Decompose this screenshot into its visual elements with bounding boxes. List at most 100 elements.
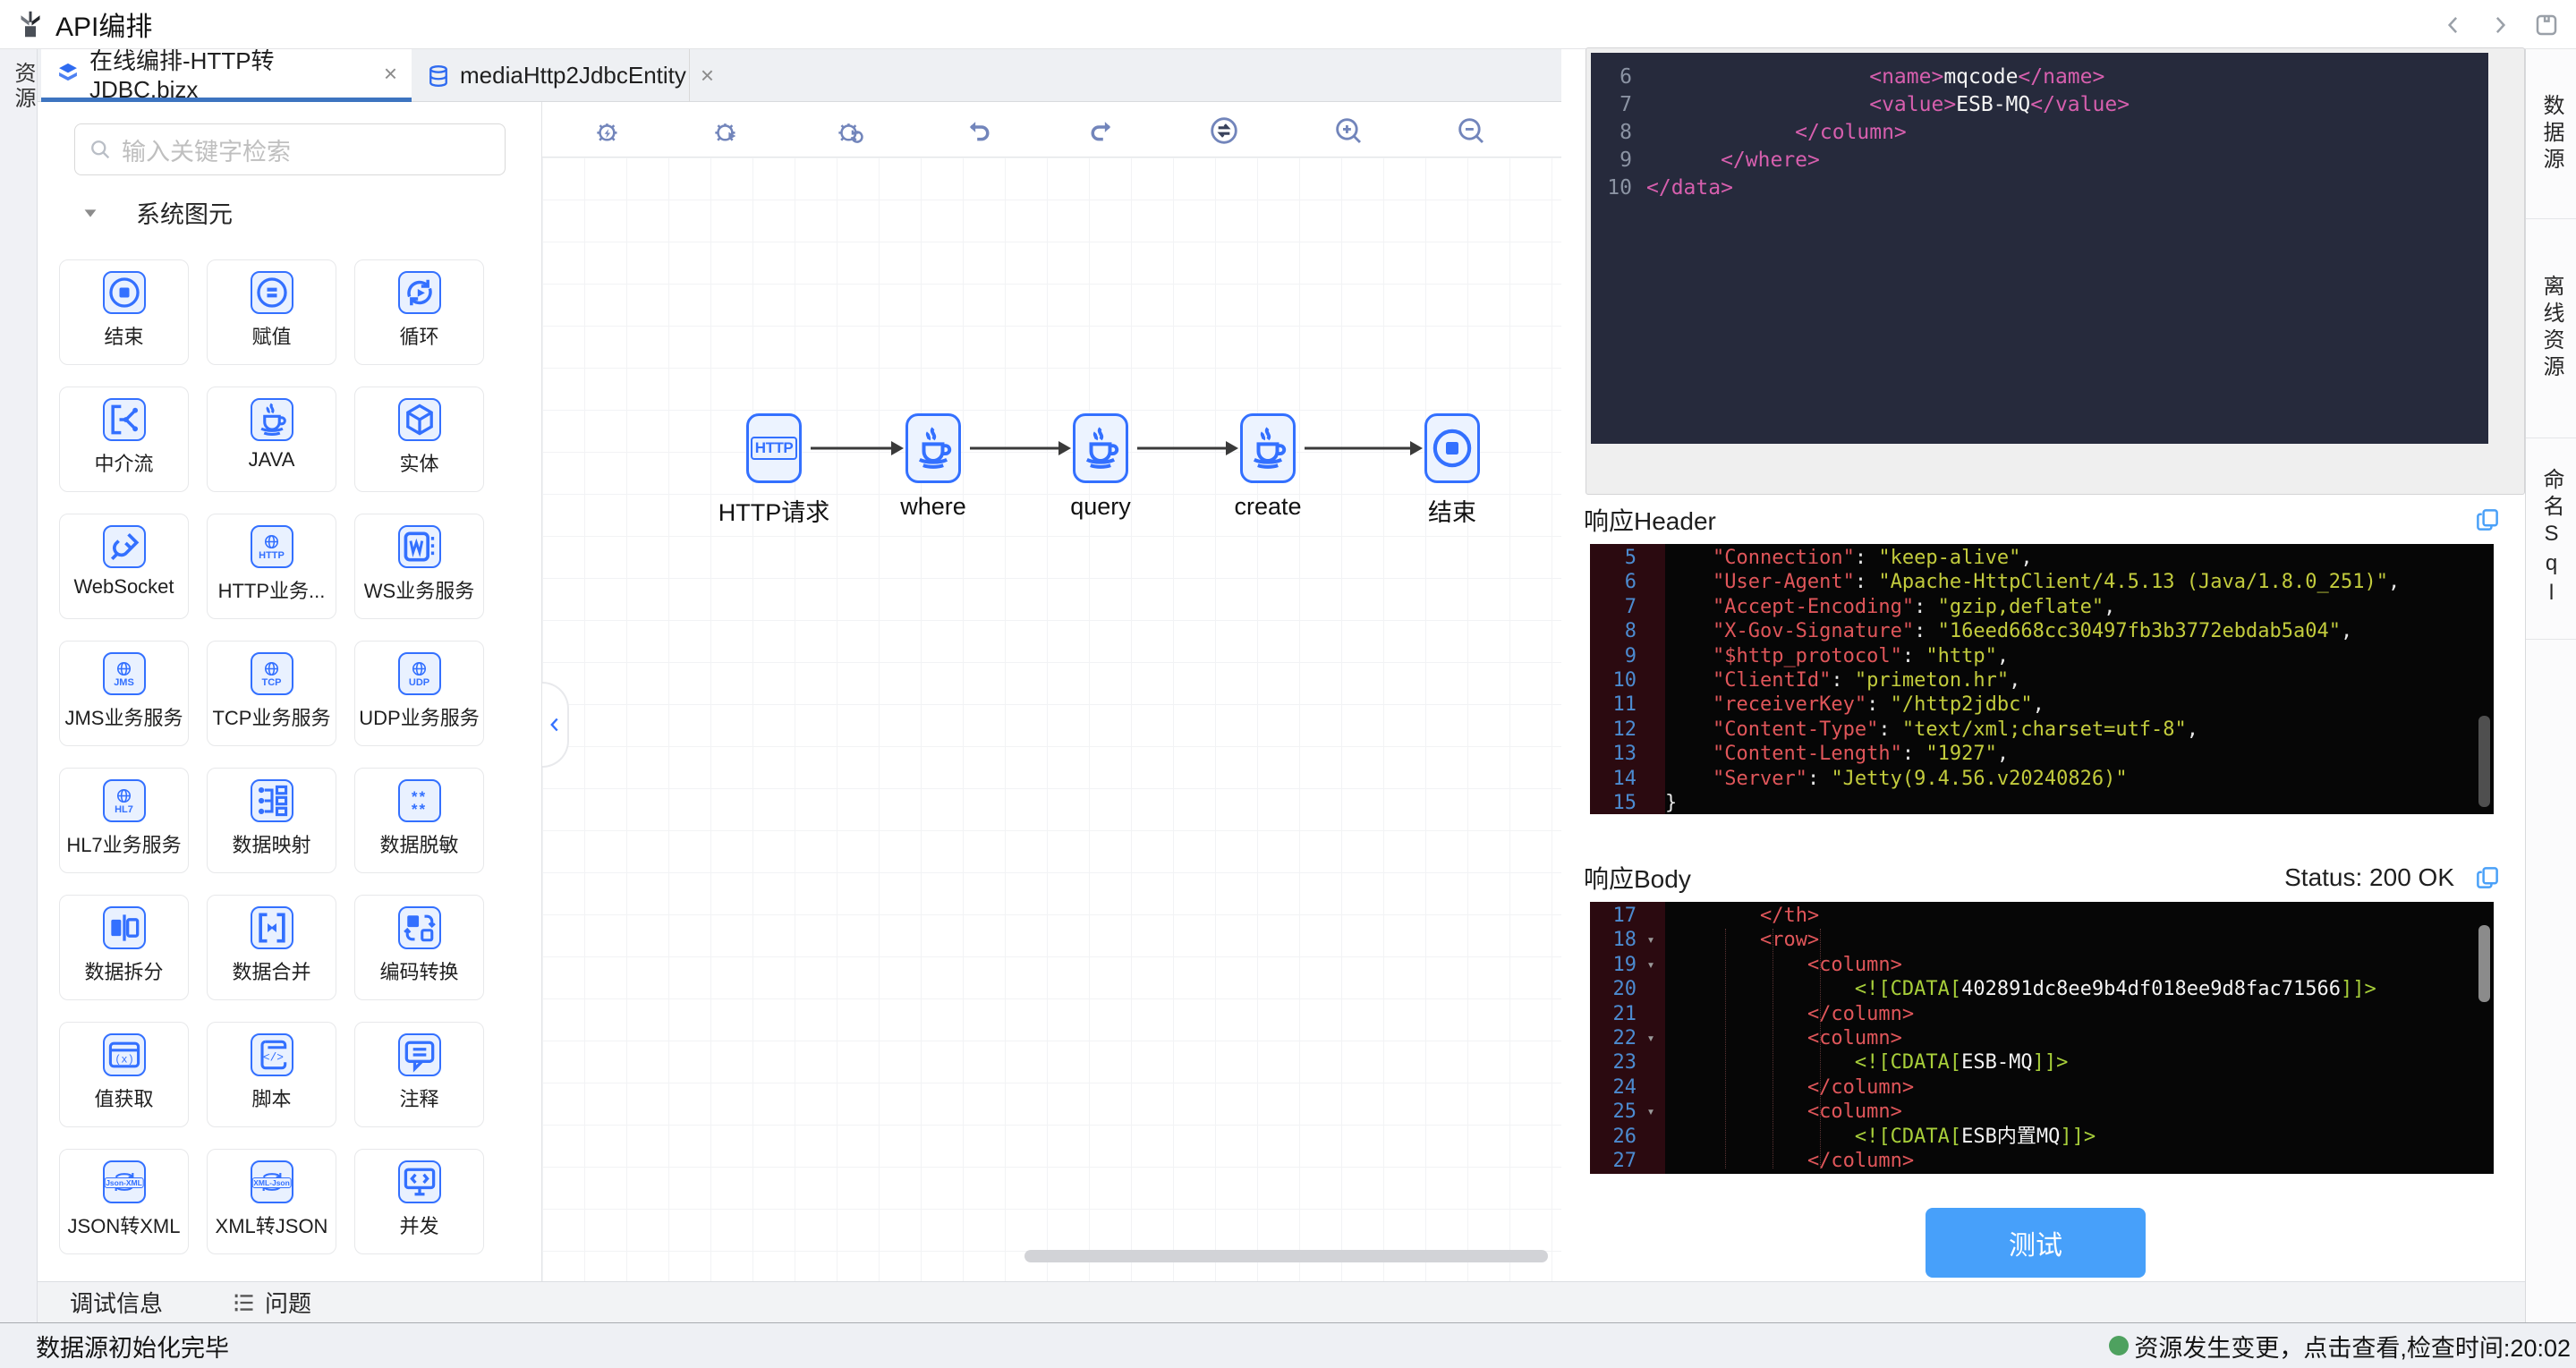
close-icon[interactable]: × — [384, 60, 397, 88]
palette-tile[interactable]: 循环 — [354, 259, 484, 365]
scrollbar-thumb[interactable] — [2478, 925, 2490, 1002]
header-action-icon[interactable] — [2487, 12, 2513, 38]
undo-icon[interactable] — [961, 114, 995, 148]
palette-tile[interactable]: 注释 — [354, 1022, 484, 1127]
response-body-code[interactable]: 17 </th> 18 ▾ <row> 19 ▾ <column> 20 <![CDATA[402… — [1590, 902, 2494, 1174]
header-action-icon[interactable] — [2533, 12, 2560, 38]
palette-tile[interactable]: 数据拆分 — [59, 895, 189, 1000]
tab-label: 在线编排-HTTP转JDBC.bizx — [89, 47, 275, 103]
canvas-horizontal-scrollbar[interactable] — [1024, 1250, 1548, 1262]
app-title: API编排 — [55, 13, 153, 42]
response-body-title: 响应Body — [1584, 865, 1691, 893]
palette-tile[interactable]: ** ** 数据脱敏 — [354, 768, 484, 873]
response-xml-container: 6 <name>mqcode</name> 7 <value>ESB-MQ</valu… — [1586, 47, 2525, 495]
tab-debug-info[interactable]: 调试信息 — [70, 1286, 163, 1319]
code-line: 23 <![CDATA[ESB-MQ]]> — [1612, 1051, 2069, 1075]
palette-tile[interactable]: WS业务服务 — [354, 514, 484, 619]
copy-icon[interactable] — [2474, 864, 2501, 891]
resource-rail-label[interactable]: 资源 — [7, 62, 38, 112]
code-line: 6 "User-Agent": "Apache-HttpClient/4.5.13… — [1624, 571, 2401, 594]
palette-tile[interactable]: 结束 — [59, 259, 189, 365]
search-input[interactable]: 输入关键字检索 — [74, 123, 506, 175]
status-bar: 数据源初始化完毕 资源发生变更，点击查看,检查时间:20:02 — [0, 1322, 2576, 1368]
palette-tile-label: 循环 — [399, 326, 439, 348]
code-line: 19 ▾ <column> — [1612, 953, 1902, 976]
tab-issues[interactable]: 问题 — [231, 1286, 311, 1319]
debug-start-icon[interactable] — [710, 114, 744, 148]
switch-icon[interactable] — [1207, 114, 1241, 148]
palette-tile[interactable]: WebSocket — [59, 514, 189, 619]
flow-node-label: create — [1234, 493, 1302, 520]
debug-bar: 调试信息 问题 — [38, 1281, 2525, 1322]
close-icon[interactable]: × — [701, 62, 714, 89]
flow-node-3[interactable] — [1240, 413, 1296, 483]
copy-icon[interactable] — [2474, 506, 2501, 533]
debug-run-icon[interactable] — [591, 114, 625, 148]
palette-tile[interactable]: 赋值 — [207, 259, 336, 365]
palette-tile[interactable]: HL7 HL7业务服务 — [59, 768, 189, 873]
palette-tile-label: WebSocket — [73, 575, 174, 598]
canvas-grid[interactable] — [542, 157, 1561, 1281]
palette-tile[interactable]: UDP UDP业务服务 — [354, 641, 484, 746]
code-line: 21 </column> — [1612, 1002, 1915, 1025]
zoom-in-icon[interactable] — [1331, 114, 1365, 148]
palette-tile[interactable]: 数据合并 — [207, 895, 336, 1000]
palette-tile-label: 数据拆分 — [84, 961, 164, 983]
palette-tile-label: JMS业务服务 — [64, 707, 183, 729]
palette-tile-icon: (x) — [102, 1033, 146, 1076]
palette-tile-icon: HTTP — [250, 525, 293, 568]
response-xml-code[interactable]: 6 <name>mqcode</name> 7 <value>ESB-MQ</valu… — [1591, 53, 2488, 444]
palette-tile-label: 实体 — [399, 453, 439, 475]
status-message: 数据源初始化完毕 — [36, 1334, 229, 1362]
flow-node-0[interactable]: HTTP — [746, 413, 802, 483]
resource-change-notice[interactable]: 资源发生变更，点击查看,检查时间:20:02 — [2109, 1329, 2571, 1364]
code-line: 7 <value>ESB-MQ</value> — [1620, 93, 2130, 116]
palette-tile[interactable]: XML-Json XML转JSON — [207, 1149, 336, 1254]
scrollbar-thumb[interactable] — [2478, 716, 2490, 807]
debug-restart-icon[interactable] — [833, 114, 867, 148]
palette-tile[interactable]: TCP TCP业务服务 — [207, 641, 336, 746]
palette-tile[interactable]: JMS JMS业务服务 — [59, 641, 189, 746]
zoom-out-icon[interactable] — [1454, 114, 1488, 148]
palette-tile-label: 值获取 — [94, 1088, 154, 1110]
palette-tile-icon — [102, 906, 146, 949]
palette-section-header[interactable]: 系统图元 — [81, 195, 233, 230]
palette-tile-label: JAVA — [248, 448, 295, 471]
flow-canvas[interactable]: HTTP HTTP请求 where query create 结束 — [542, 102, 1561, 1281]
palette-tile[interactable]: JAVA — [207, 387, 336, 492]
palette-tile[interactable]: 中介流 — [59, 387, 189, 492]
code-line: 22 ▾ <column> — [1612, 1026, 1902, 1049]
palette-tile-label: WS业务服务 — [363, 580, 475, 602]
palette-tile[interactable]: 并发 — [354, 1149, 484, 1254]
palette-collapse-handle[interactable] — [542, 682, 569, 768]
header-action-icon[interactable] — [2440, 12, 2467, 38]
palette-tile[interactable]: </> 脚本 — [207, 1022, 336, 1127]
svg-text:</>: </> — [262, 1051, 283, 1065]
palette-tile[interactable]: 实体 — [354, 387, 484, 492]
flow-node-4[interactable] — [1424, 413, 1480, 483]
redo-icon[interactable] — [1085, 114, 1119, 148]
tab-offline-resource[interactable]: 离线资源 — [2526, 219, 2576, 438]
flow-node-1[interactable] — [905, 413, 961, 483]
tab-issues-label: 问题 — [265, 1290, 312, 1317]
tab-media-entity[interactable]: mediaHttp2JdbcEntity × — [412, 49, 714, 102]
test-button[interactable]: 测试 — [1926, 1208, 2146, 1278]
tab-datasource[interactable]: 数据源 — [2526, 49, 2576, 219]
palette-tile-label: 编码转换 — [379, 961, 459, 983]
code-line: 26 <![CDATA[ESB内置MQ]]> — [1612, 1125, 2096, 1148]
palette-tile[interactable]: Json-XML JSON转XML — [59, 1149, 189, 1254]
tab-online-orchestration[interactable]: 在线编排-HTTP转JDBC.bizx × — [41, 47, 412, 103]
list-icon — [234, 1294, 253, 1311]
palette-tile[interactable]: 编码转换 — [354, 895, 484, 1000]
tab-named-sql[interactable]: 命名Sql — [2526, 438, 2576, 640]
response-header-code[interactable]: 5 "Connection": "keep-alive", 6 "User-Agent… — [1590, 544, 2494, 814]
code-line: 24 </column> — [1612, 1075, 1915, 1099]
palette-tile[interactable]: (x) 值获取 — [59, 1022, 189, 1127]
code-line: 18 ▾ <row> — [1612, 929, 1820, 952]
palette-tile-icon — [250, 398, 293, 441]
code-line: 13 "Content-Length": "1927", — [1612, 743, 2010, 766]
palette-tile[interactable]: HTTP HTTP业务... — [207, 514, 336, 619]
palette-tile[interactable]: 数据映射 — [207, 768, 336, 873]
flow-node-2[interactable] — [1073, 413, 1128, 483]
response-header-row: 响应Header — [1584, 502, 2501, 538]
